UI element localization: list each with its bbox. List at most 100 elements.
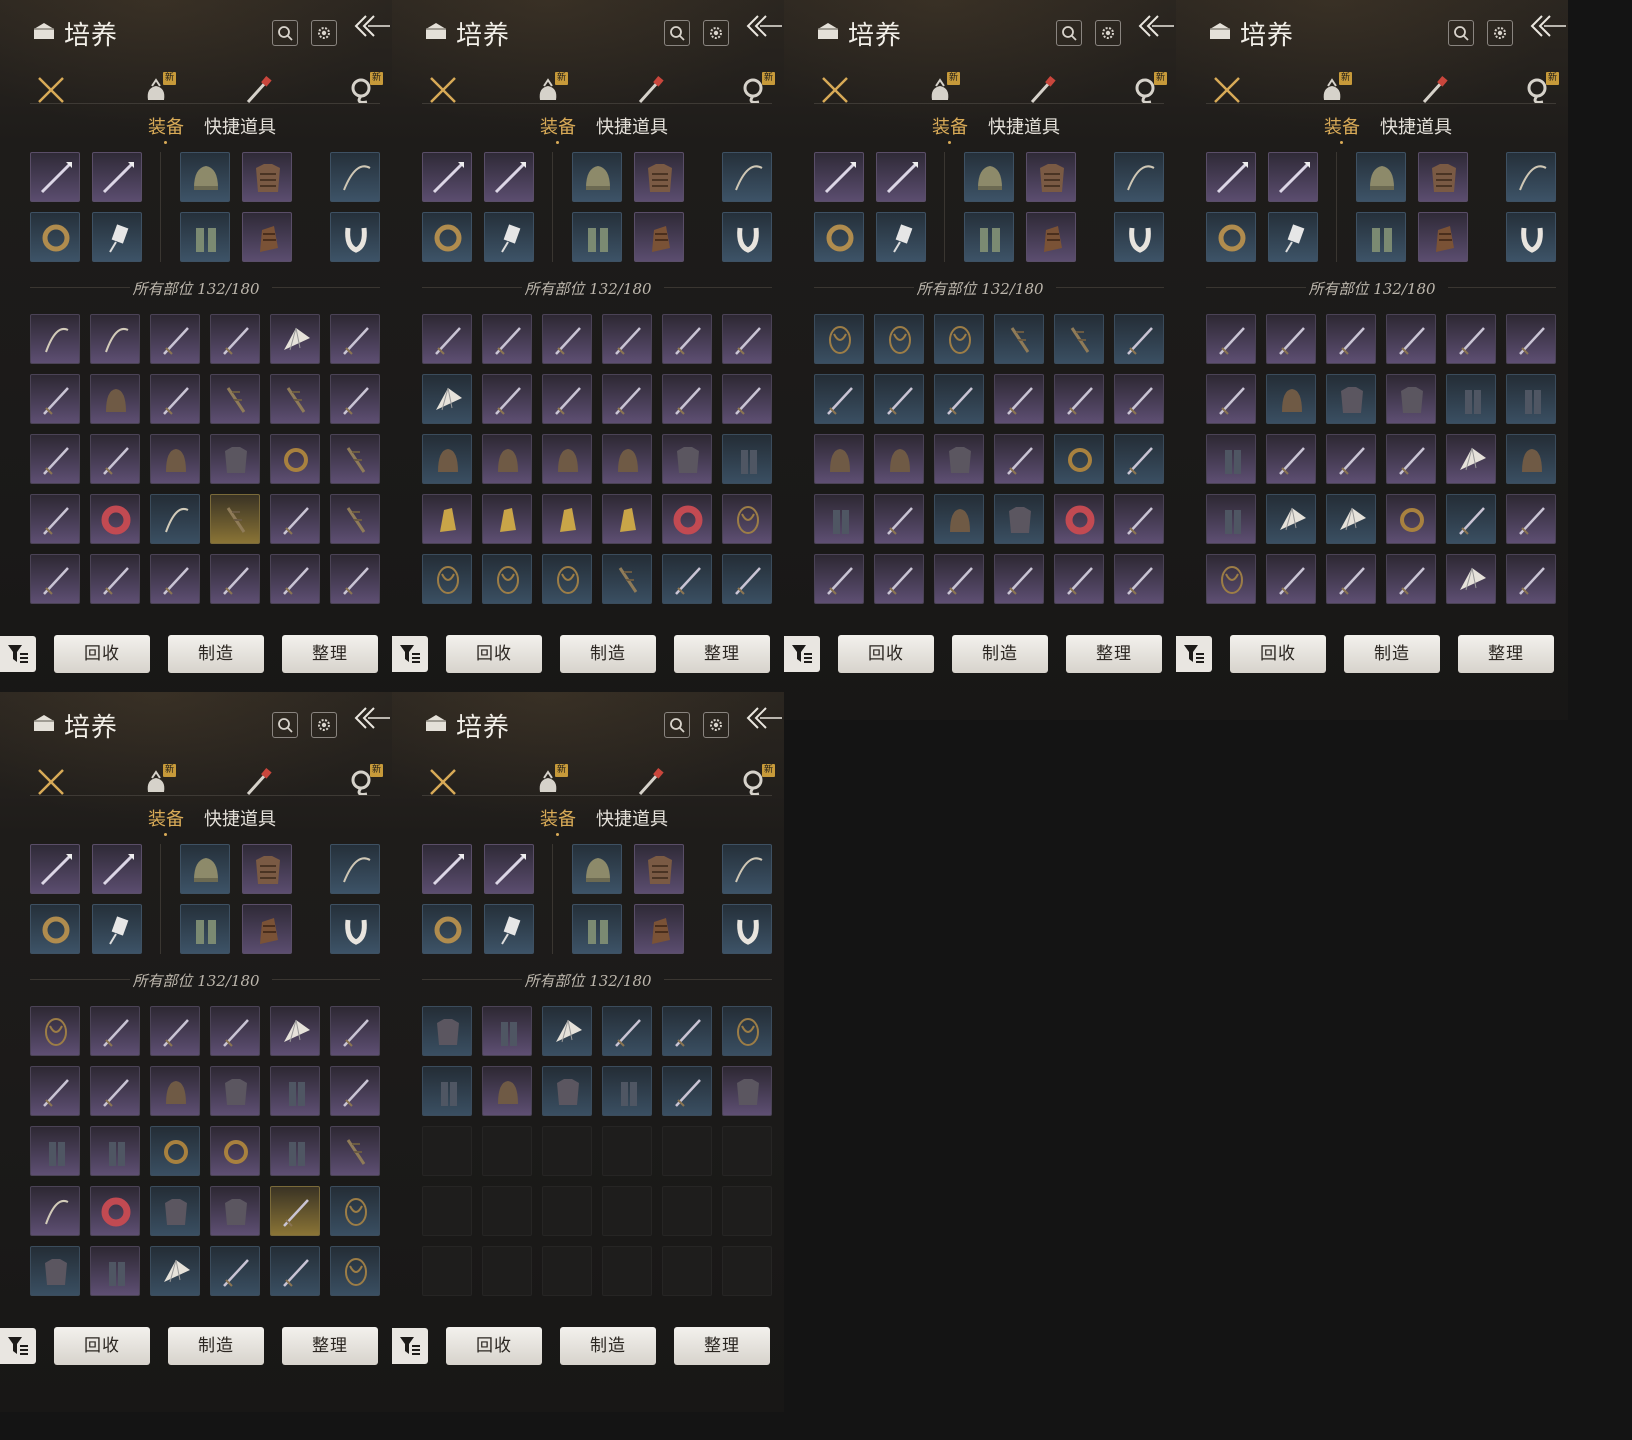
inventory-item[interactable] [722, 374, 772, 424]
inventory-item[interactable] [814, 434, 864, 484]
inventory-item[interactable] [542, 554, 592, 604]
inventory-item[interactable] [270, 314, 320, 364]
inventory-item[interactable] [662, 494, 712, 544]
inventory-item[interactable] [1446, 314, 1496, 364]
equipped-slot[interactable] [92, 904, 142, 954]
inventory-item[interactable] [994, 314, 1044, 364]
inventory-item[interactable] [270, 1006, 320, 1056]
filter-button[interactable] [392, 636, 428, 672]
search-button[interactable] [1448, 20, 1474, 46]
inventory-item[interactable] [602, 314, 652, 364]
equipped-slot[interactable] [1206, 212, 1256, 262]
inventory-item[interactable] [934, 494, 984, 544]
inventory-item[interactable] [542, 434, 592, 484]
inventory-item[interactable] [1054, 554, 1104, 604]
inventory-item[interactable] [30, 494, 80, 544]
inventory-item[interactable] [1326, 554, 1376, 604]
inventory-item[interactable] [874, 554, 924, 604]
equipped-slot[interactable] [30, 844, 80, 894]
inventory-item[interactable] [1506, 374, 1556, 424]
inventory-item[interactable] [90, 1186, 140, 1236]
tab-rune-token[interactable]: 新 [343, 762, 383, 802]
inventory-item[interactable] [1114, 314, 1164, 364]
inventory-item[interactable] [90, 1246, 140, 1296]
search-button[interactable] [664, 20, 690, 46]
inventory-item[interactable] [814, 554, 864, 604]
equipped-slot[interactable] [422, 904, 472, 954]
search-button[interactable] [272, 20, 298, 46]
equipped-slot[interactable] [722, 212, 772, 262]
search-button[interactable] [664, 712, 690, 738]
inventory-item[interactable] [90, 1066, 140, 1116]
equipped-slot[interactable] [30, 152, 80, 202]
equipped-slot[interactable] [242, 212, 292, 262]
subtab-quick-items[interactable]: 快捷道具 [204, 805, 276, 831]
inventory-item[interactable] [90, 434, 140, 484]
tab-scroll-brush[interactable] [1022, 70, 1062, 110]
equipped-slot[interactable] [30, 904, 80, 954]
tab-rune-token[interactable]: 新 [1519, 70, 1559, 110]
equipped-slot[interactable] [572, 844, 622, 894]
inventory-item[interactable] [30, 314, 80, 364]
inventory-item[interactable] [1446, 434, 1496, 484]
equipped-slot[interactable] [484, 212, 534, 262]
inventory-item[interactable] [814, 314, 864, 364]
inventory-item[interactable] [1386, 314, 1436, 364]
equipped-slot[interactable] [814, 212, 864, 262]
inventory-item[interactable] [602, 554, 652, 604]
inventory-item[interactable] [90, 554, 140, 604]
inventory-item[interactable] [422, 1066, 472, 1116]
inventory-item[interactable] [30, 1126, 80, 1176]
inventory-item[interactable] [1114, 374, 1164, 424]
inventory-item[interactable] [330, 374, 380, 424]
inventory-item[interactable] [602, 1006, 652, 1056]
equipped-slot[interactable] [634, 844, 684, 894]
tab-money-pouch[interactable]: 新 [1312, 70, 1352, 110]
tab-rune-token[interactable]: 新 [1127, 70, 1167, 110]
inventory-item[interactable] [1446, 374, 1496, 424]
inventory-item[interactable] [874, 494, 924, 544]
inventory-item[interactable] [662, 374, 712, 424]
inventory-item[interactable] [1506, 494, 1556, 544]
inventory-item[interactable] [1326, 314, 1376, 364]
inventory-item[interactable] [210, 494, 260, 544]
inventory-item[interactable] [30, 1186, 80, 1236]
equipped-slot[interactable] [242, 904, 292, 954]
inventory-item[interactable] [1266, 374, 1316, 424]
inventory-item[interactable] [814, 494, 864, 544]
inventory-item[interactable] [270, 1246, 320, 1296]
craft-button[interactable]: 制造 [168, 635, 264, 673]
sort-button[interactable]: 整理 [1066, 635, 1162, 673]
inventory-item[interactable] [90, 1126, 140, 1176]
equipped-slot[interactable] [814, 152, 864, 202]
subtab-quick-items[interactable]: 快捷道具 [596, 805, 668, 831]
equipped-slot[interactable] [1268, 212, 1318, 262]
tab-crossed-swords[interactable] [31, 70, 71, 110]
inventory-item[interactable] [602, 434, 652, 484]
craft-button[interactable]: 制造 [1344, 635, 1440, 673]
inventory-item[interactable] [210, 554, 260, 604]
craft-button[interactable]: 制造 [560, 635, 656, 673]
filter-button[interactable] [0, 1328, 36, 1364]
inventory-item[interactable] [1386, 374, 1436, 424]
tab-money-pouch[interactable]: 新 [528, 70, 568, 110]
inventory-item[interactable] [330, 1186, 380, 1236]
inventory-item[interactable] [330, 434, 380, 484]
inventory-item[interactable] [90, 314, 140, 364]
inventory-item[interactable] [210, 1006, 260, 1056]
inventory-item[interactable] [662, 314, 712, 364]
equipped-slot[interactable] [572, 152, 622, 202]
inventory-item[interactable] [90, 494, 140, 544]
inventory-item[interactable] [210, 434, 260, 484]
tab-rune-token[interactable]: 新 [735, 762, 775, 802]
equipped-slot[interactable] [1026, 212, 1076, 262]
inventory-item[interactable] [1446, 494, 1496, 544]
equipped-slot[interactable] [876, 212, 926, 262]
subtab-quick-items[interactable]: 快捷道具 [596, 113, 668, 139]
inventory-item[interactable] [542, 314, 592, 364]
search-button[interactable] [1056, 20, 1082, 46]
inventory-item[interactable] [482, 434, 532, 484]
inventory-item[interactable] [30, 1066, 80, 1116]
inventory-item[interactable] [722, 494, 772, 544]
equipped-slot[interactable] [92, 212, 142, 262]
